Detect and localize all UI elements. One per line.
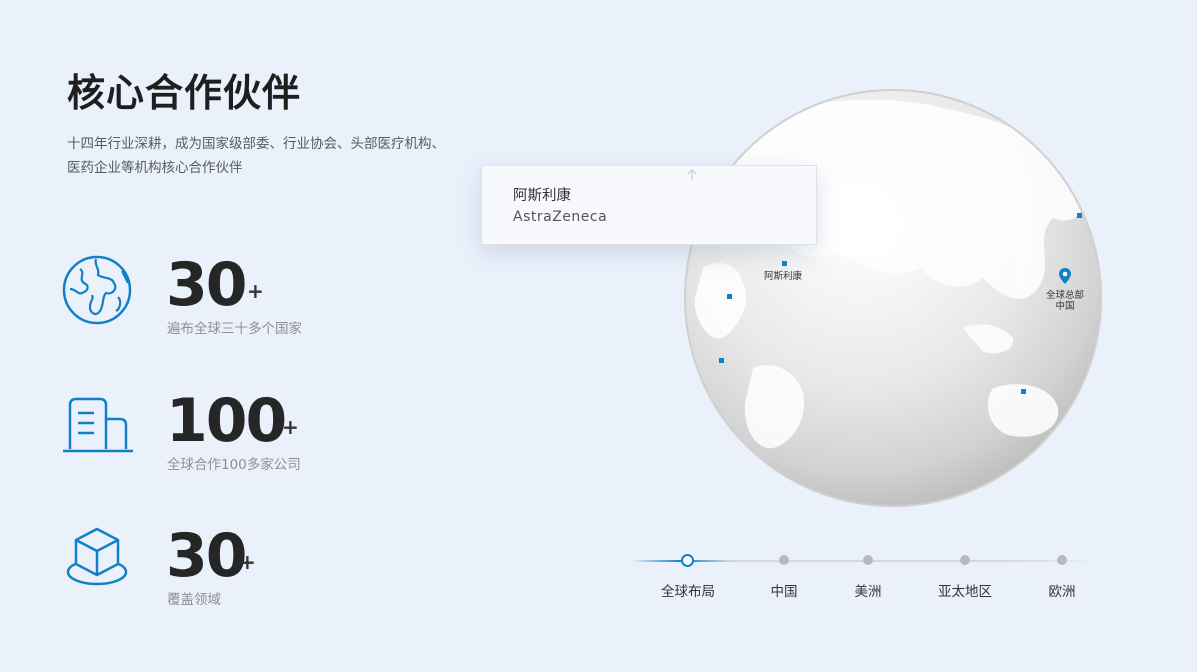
building-icon [63, 397, 133, 453]
timeline-node-americas[interactable] [863, 555, 873, 565]
tab-americas[interactable]: 美洲 [855, 580, 882, 600]
tab-europe[interactable]: 欧洲 [1049, 580, 1076, 600]
location-dot[interactable] [1021, 389, 1026, 394]
timeline-node-global[interactable] [681, 554, 694, 567]
arrow-up-icon [687, 169, 697, 180]
stat-value: 30 [166, 521, 247, 591]
timeline-node-apac[interactable] [960, 555, 970, 565]
timeline-node-europe[interactable] [1057, 555, 1067, 565]
timeline-node-china[interactable] [779, 555, 789, 565]
location-dot[interactable] [719, 358, 724, 363]
page-subtitle: 十四年行业深耕，成为国家级部委、行业协会、头部医疗机构、 医药企业等机构核心合作… [67, 132, 487, 180]
stat-fields: 30 + 覆盖领域 [60, 524, 360, 614]
world-globe[interactable]: 阿斯利康 全球总部 中国 [683, 88, 1103, 508]
partner-location-dot[interactable] [782, 261, 787, 266]
tab-apac[interactable]: 亚太地区 [938, 580, 992, 600]
stat-description: 遍布全球三十多个国家 [167, 321, 302, 337]
hq-label-line-1: 全球总部 [1045, 290, 1084, 301]
location-pin-icon[interactable] [1058, 267, 1072, 285]
stat-value: 100 [166, 386, 287, 456]
tab-global[interactable]: 全球布局 [661, 580, 715, 600]
location-dot[interactable] [727, 294, 732, 299]
stat-value: 30 [166, 250, 247, 320]
tab-china[interactable]: 中国 [771, 580, 798, 600]
location-dot[interactable] [1077, 213, 1082, 218]
cube-icon [66, 527, 128, 586]
tooltip-name-en: AstraZeneca [513, 209, 608, 225]
subtitle-line-2: 医药企业等机构核心合作伙伴 [67, 160, 243, 176]
globe-icon [62, 255, 132, 325]
tooltip-name-cn: 阿斯利康 [513, 188, 571, 204]
stat-companies: 100 + 全球合作100多家公司 [60, 389, 360, 479]
globe-graphic [684, 89, 1102, 507]
stat-countries: 30 + 遍布全球三十多个国家 [60, 253, 360, 343]
stat-description: 覆盖领域 [167, 592, 221, 608]
page-title: 核心合作伙伴 [67, 71, 302, 115]
subtitle-line-1: 十四年行业深耕，成为国家级部委、行业协会、头部医疗机构、 [67, 136, 445, 152]
map-label-partner: 阿斯利康 [764, 271, 803, 282]
stat-plus: + [239, 550, 256, 574]
partner-tooltip: 阿斯利康 AstraZeneca [481, 165, 817, 245]
page: 核心合作伙伴 十四年行业深耕，成为国家级部委、行业协会、头部医疗机构、 医药企业… [0, 0, 1197, 672]
region-timeline: 全球布局 中国 美洲 亚太地区 欧洲 [622, 546, 1102, 606]
stat-description: 全球合作100多家公司 [167, 457, 301, 473]
stat-plus: + [282, 415, 299, 439]
stat-plus: + [247, 279, 264, 303]
hq-label-line-2: 中国 [1055, 301, 1075, 312]
map-label-hq: 全球总部 中国 [1042, 290, 1088, 312]
